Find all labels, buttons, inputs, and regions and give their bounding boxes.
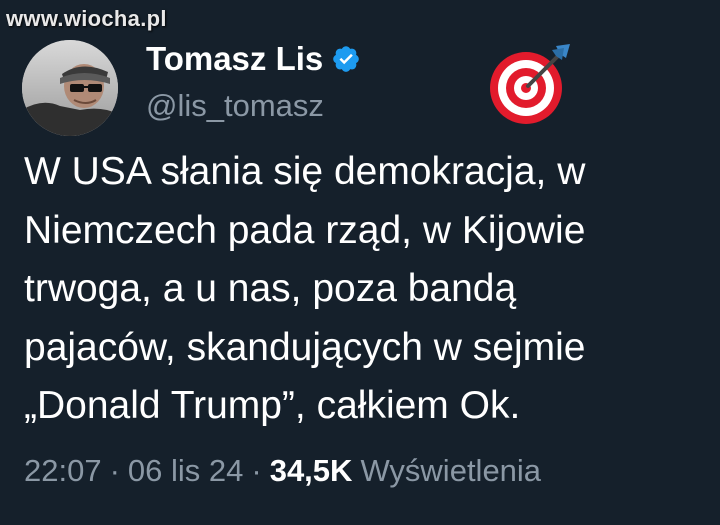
tweet-screenshot: www.wiocha.pl Tomasz Lis @lis_tomasz W U… — [0, 0, 720, 525]
views-count[interactable]: 34,5K — [270, 453, 353, 489]
tweet-time[interactable]: 22:07 — [24, 453, 102, 489]
avatar-photo — [22, 40, 118, 136]
tweet-text-line: pajaców, skandujących w sejmie — [24, 325, 586, 369]
avatar[interactable] — [22, 40, 118, 136]
tweet-text-line: „Donald Trump”, całkiem Ok. — [24, 384, 521, 427]
tweet-meta: 22:07 · 06 lis 24 · 34,5K Wyświetlenia — [24, 453, 541, 489]
author-display-name[interactable]: Tomasz Lis — [146, 42, 323, 75]
tweet-header: Tomasz Lis @lis_tomasz — [22, 38, 698, 136]
author-name-row[interactable]: Tomasz Lis — [146, 42, 361, 75]
meta-separator: · — [251, 453, 262, 488]
meta-separator: · — [109, 453, 120, 488]
tweet-text-line: W USA słania się demokracja, w — [24, 150, 586, 193]
tweet-text-line: trwoga, a u nas, poza bandą — [24, 267, 517, 310]
verified-badge-icon — [331, 44, 361, 74]
views-label[interactable]: Wyświetlenia — [360, 453, 541, 489]
tweet-text-line: Niemczech pada rząd, w Kijowie — [24, 208, 586, 252]
watermark: www.wiocha.pl — [6, 6, 167, 31]
tweet-text: W USA słania się demokracja, w Niemczech… — [24, 143, 704, 436]
direct-hit-target-icon — [486, 38, 576, 128]
author-handle[interactable]: @lis_tomasz — [146, 90, 324, 121]
tweet-date[interactable]: 06 lis 24 — [128, 453, 243, 489]
